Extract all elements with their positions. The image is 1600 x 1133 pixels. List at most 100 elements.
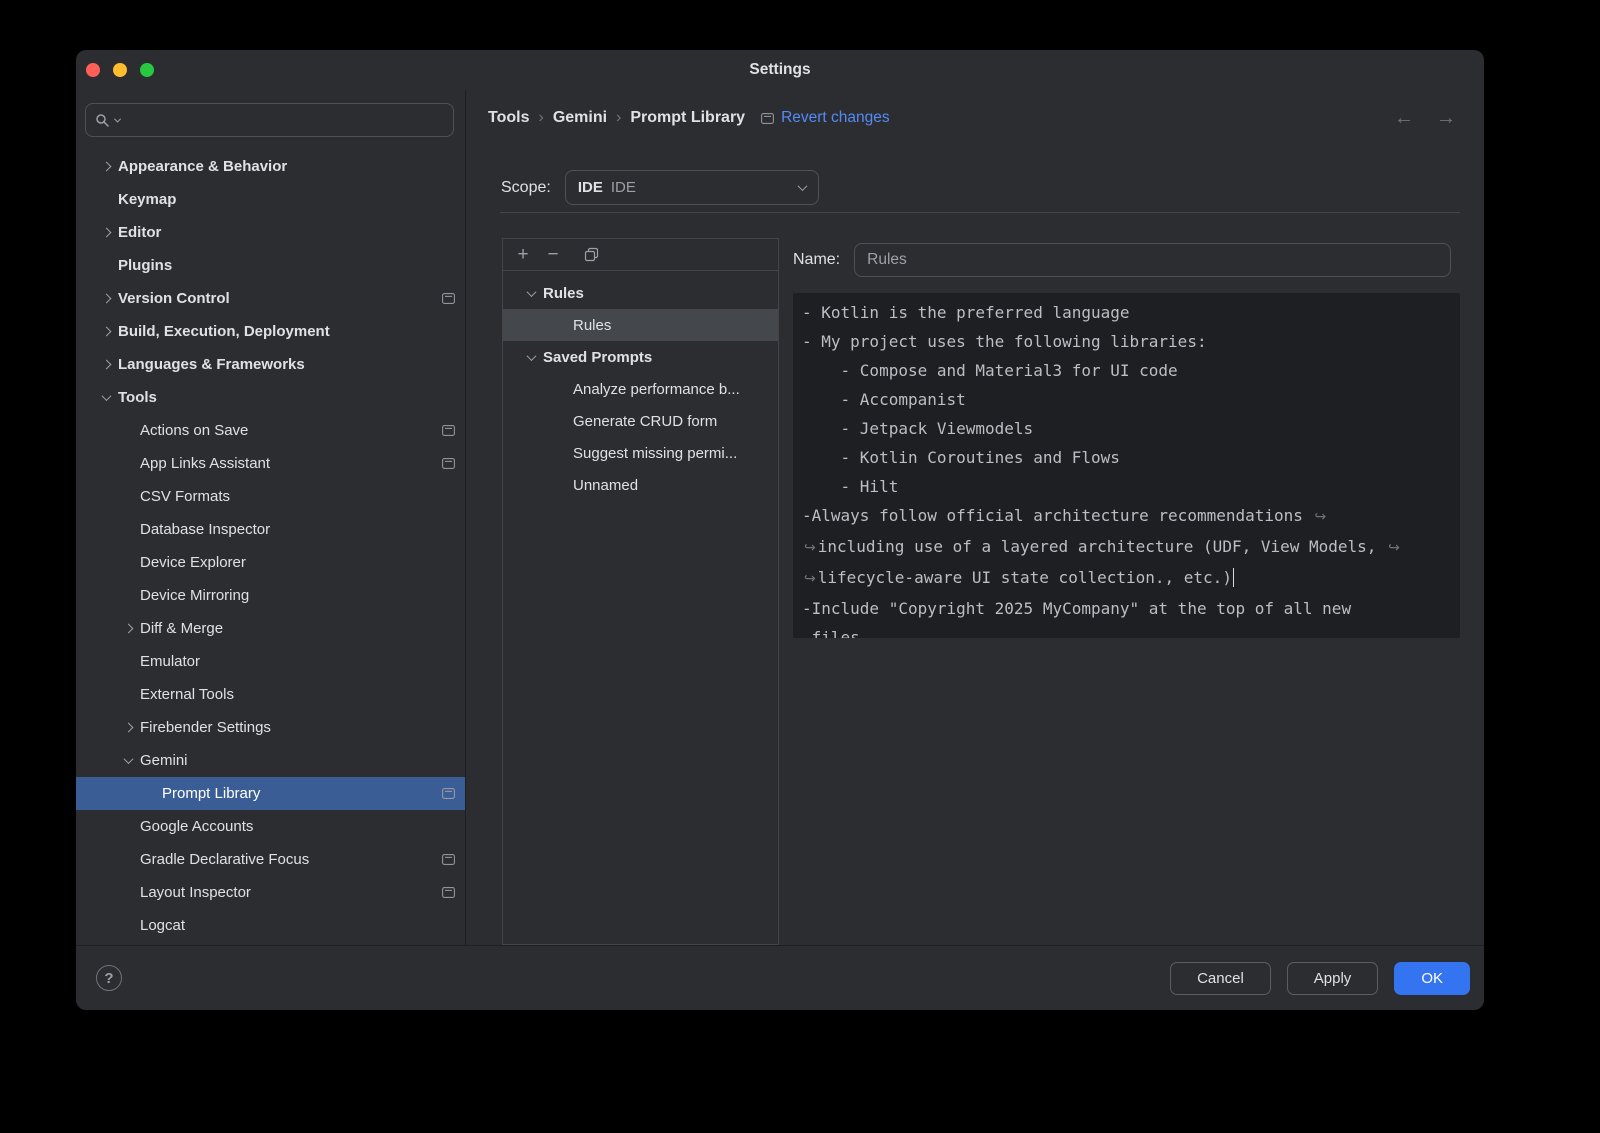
sidebar-item-label: External Tools xyxy=(140,686,455,703)
breadcrumb-item-gemini[interactable]: Gemini xyxy=(553,109,607,127)
sidebar-item-tools[interactable]: Tools xyxy=(76,381,465,414)
revert-changes-link[interactable]: Revert changes xyxy=(781,109,890,127)
chevron-down-icon xyxy=(526,287,536,297)
ide-scope-icon xyxy=(442,425,455,436)
editor-line-text: -Always follow official architecture rec… xyxy=(802,506,1313,525)
forward-button[interactable]: → xyxy=(1436,106,1456,130)
editor-line-text: including use of a layered architecture … xyxy=(818,537,1386,556)
close-button[interactable] xyxy=(86,63,100,77)
sidebar-item-diff-merge[interactable]: Diff & Merge xyxy=(76,612,465,645)
cancel-button[interactable]: Cancel xyxy=(1170,962,1271,995)
sidebar-item-gemini[interactable]: Gemini xyxy=(76,744,465,777)
sidebar-item-plugins[interactable]: Plugins xyxy=(76,249,465,282)
sidebar-item-prompt-library[interactable]: Prompt Library xyxy=(76,777,465,810)
prompt-group-saved-prompts[interactable]: Saved Prompts xyxy=(503,341,778,373)
chevron-right-icon xyxy=(123,624,133,634)
sidebar-item-firebender-settings[interactable]: Firebender Settings xyxy=(76,711,465,744)
sidebar-item-device-explorer[interactable]: Device Explorer xyxy=(76,546,465,579)
search-history-chevron-icon xyxy=(114,115,121,122)
editor-line-text: - Kotlin is the preferred language xyxy=(802,303,1130,322)
ide-scope-icon xyxy=(761,113,774,124)
duplicate-prompt-button[interactable] xyxy=(577,242,605,268)
scope-label: Scope: xyxy=(501,179,551,197)
prompt-item-analyze-performance-b[interactable]: Analyze performance b... xyxy=(503,373,778,405)
breadcrumb-item-prompt-library[interactable]: Prompt Library xyxy=(630,109,745,127)
sidebar-item-version-control[interactable]: Version Control xyxy=(76,282,465,315)
chevron-down-icon xyxy=(101,391,111,401)
divider xyxy=(500,212,1460,213)
chevron-right-icon xyxy=(101,294,111,304)
editor-line: - Compose and Material3 for UI code xyxy=(802,356,1451,385)
search-input[interactable] xyxy=(125,112,444,129)
apply-button[interactable]: Apply xyxy=(1287,962,1379,995)
sidebar-item-google-accounts[interactable]: Google Accounts xyxy=(76,810,465,843)
chevron-right-icon xyxy=(123,723,133,733)
revert-changes[interactable]: Revert changes xyxy=(761,109,890,127)
editor-line-text: - Kotlin Coroutines and Flows xyxy=(802,448,1120,467)
sidebar-item-emulator[interactable]: Emulator xyxy=(76,645,465,678)
sidebar-item-app-links-assistant[interactable]: App Links Assistant xyxy=(76,447,465,480)
back-button[interactable]: ← xyxy=(1394,106,1414,130)
sidebar-item-label: App Links Assistant xyxy=(140,455,442,472)
history-nav: ← → xyxy=(1394,106,1456,130)
sidebar-item-keymap[interactable]: Keymap xyxy=(76,183,465,216)
scope-row: Scope: IDE IDE xyxy=(501,170,819,205)
sidebar-item-label: CSV Formats xyxy=(140,488,455,505)
soft-wrap-icon: ↪ xyxy=(1386,540,1402,556)
scope-dropdown[interactable]: IDE IDE xyxy=(565,170,819,205)
sidebar-item-database-inspector[interactable]: Database Inspector xyxy=(76,513,465,546)
sidebar-item-external-tools[interactable]: External Tools xyxy=(76,678,465,711)
main-content: Tools›Gemini›Prompt Library Revert chang… xyxy=(466,90,1484,945)
prompt-item-generate-crud-form[interactable]: Generate CRUD form xyxy=(503,405,778,437)
prompt-name-input[interactable] xyxy=(854,243,1451,277)
editor-line: - Accompanist xyxy=(802,385,1451,414)
ok-button[interactable]: OK xyxy=(1394,962,1470,995)
title-bar: Settings xyxy=(76,50,1484,90)
minimize-button[interactable] xyxy=(113,63,127,77)
remove-prompt-button[interactable]: − xyxy=(539,242,567,268)
chevron-box xyxy=(94,163,118,170)
prompt-item-label: Generate CRUD form xyxy=(573,413,717,430)
sidebar-item-layout-inspector[interactable]: Layout Inspector xyxy=(76,876,465,909)
sidebar-item-editor[interactable]: Editor xyxy=(76,216,465,249)
traffic-lights xyxy=(86,50,154,90)
sidebar-item-csv-formats[interactable]: CSV Formats xyxy=(76,480,465,513)
help-button[interactable]: ? xyxy=(96,965,122,991)
ide-scope-icon xyxy=(442,887,455,898)
sidebar-item-label: Diff & Merge xyxy=(140,620,455,637)
sidebar-item-appearance-behavior[interactable]: Appearance & Behavior xyxy=(76,150,465,183)
sidebar-item-label: Editor xyxy=(118,224,455,241)
sidebar-item-label: Device Mirroring xyxy=(140,587,455,604)
chevron-box xyxy=(116,757,140,764)
chevron-box xyxy=(519,290,543,297)
footer-bar: ? Cancel Apply OK xyxy=(76,945,1484,1010)
prompt-text-editor[interactable]: - Kotlin is the preferred language - My p… xyxy=(793,293,1460,638)
prompt-item-suggest-missing-permi[interactable]: Suggest missing permi... xyxy=(503,437,778,469)
breadcrumb-separator: › xyxy=(607,109,630,127)
prompt-item-label: Analyze performance b... xyxy=(573,381,740,398)
prompt-item-rules[interactable]: Rules xyxy=(503,309,778,341)
sidebar: Appearance & Behavior Keymap Editor Plugins… xyxy=(76,90,466,945)
prompt-group-label: Saved Prompts xyxy=(543,349,652,366)
sidebar-item-languages-frameworks[interactable]: Languages & Frameworks xyxy=(76,348,465,381)
breadcrumb-row: Tools›Gemini›Prompt Library Revert chang… xyxy=(488,100,1374,136)
sidebar-item-label: Google Accounts xyxy=(140,818,455,835)
prompt-item-unnamed[interactable]: Unnamed xyxy=(503,469,778,501)
sidebar-item-logcat[interactable]: Logcat xyxy=(76,909,465,942)
prompt-tree-toolbar: + − xyxy=(503,239,778,271)
breadcrumb-item-tools[interactable]: Tools xyxy=(488,109,529,127)
zoom-button[interactable] xyxy=(140,63,154,77)
soft-wrap-icon: ↪ xyxy=(802,571,818,587)
sidebar-item-gradle-declarative-focus[interactable]: Gradle Declarative Focus xyxy=(76,843,465,876)
sidebar-item-actions-on-save[interactable]: Actions on Save xyxy=(76,414,465,447)
sidebar-item-build-execution-deployment[interactable]: Build, Execution, Deployment xyxy=(76,315,465,348)
add-prompt-button[interactable]: + xyxy=(509,242,537,268)
editor-line-text: lifecycle-aware UI state collection., et… xyxy=(818,568,1232,587)
prompt-group-rules[interactable]: Rules xyxy=(503,277,778,309)
chevron-box xyxy=(94,361,118,368)
settings-search-field[interactable] xyxy=(85,103,454,137)
sidebar-item-label: Appearance & Behavior xyxy=(118,158,455,175)
sidebar-item-device-mirroring[interactable]: Device Mirroring xyxy=(76,579,465,612)
editor-line-text: - My project uses the following librarie… xyxy=(802,332,1207,351)
editor-line-text: - Accompanist xyxy=(802,390,966,409)
